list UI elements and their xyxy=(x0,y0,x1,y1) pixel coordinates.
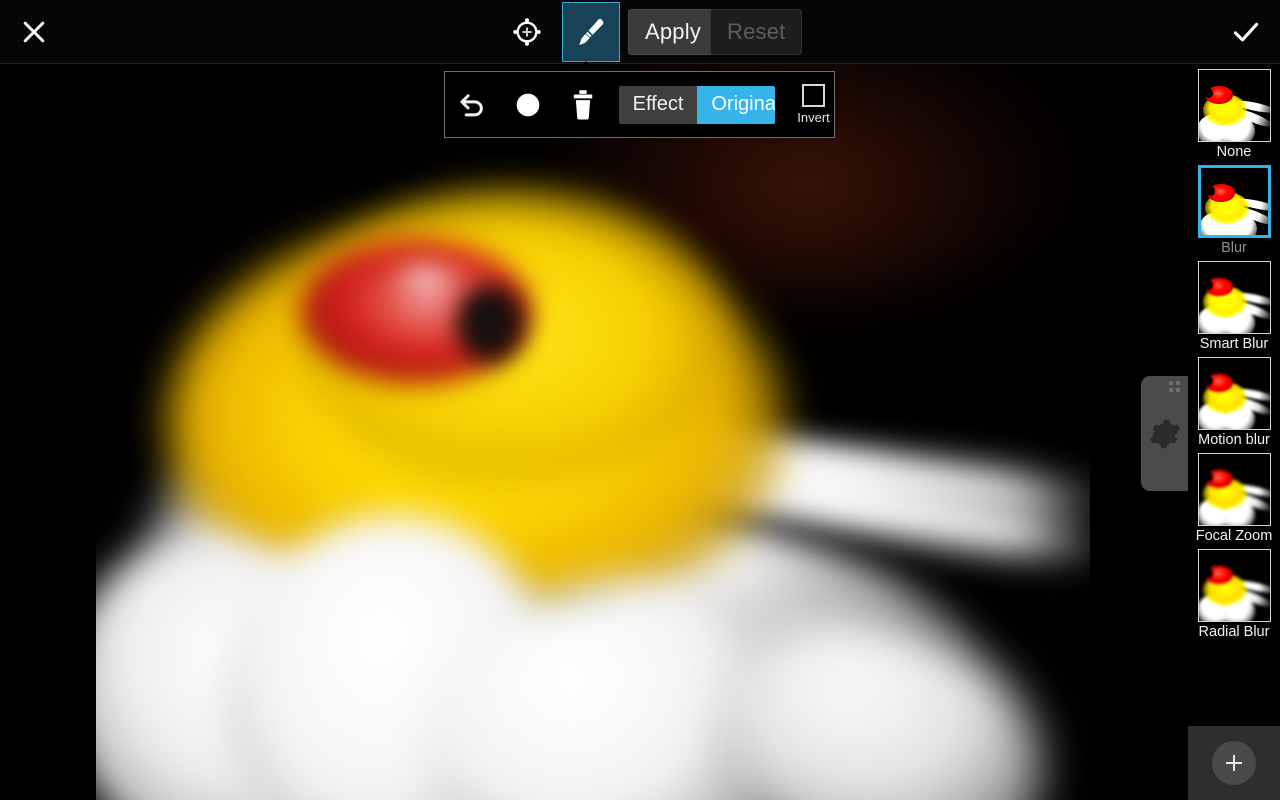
check-icon xyxy=(1233,22,1259,42)
effect-item-smart-blur[interactable]: Smart Blur xyxy=(1188,256,1280,352)
undo-button[interactable] xyxy=(445,72,500,138)
brush-tool-button[interactable] xyxy=(562,2,620,62)
paintbrush-icon xyxy=(578,18,604,45)
effect-thumbnail xyxy=(1197,165,1271,238)
effect-item-blur[interactable]: Blur xyxy=(1188,160,1280,256)
edited-photo[interactable] xyxy=(96,64,1090,800)
invert-checkbox[interactable] xyxy=(802,84,826,107)
effect-thumbnail xyxy=(1197,453,1271,526)
undo-arrow-icon xyxy=(460,93,483,116)
invert-checkbox-group[interactable]: Invert xyxy=(793,84,834,125)
photo-ladybug-head xyxy=(456,284,528,366)
canvas-area[interactable] xyxy=(0,64,1188,800)
effect-item-motion-blur[interactable]: Motion blur xyxy=(1188,352,1280,448)
effect-label: Radial Blur xyxy=(1198,624,1270,640)
add-button[interactable] xyxy=(1212,741,1256,785)
effect-label: Smart Blur xyxy=(1199,336,1269,352)
effect-label: Motion blur xyxy=(1198,432,1270,448)
settings-panel-tab[interactable] xyxy=(1141,376,1188,491)
photo-ladybug-highlight xyxy=(391,259,461,303)
gear-icon[interactable] xyxy=(1141,376,1188,491)
toggle-effect[interactable]: Effect xyxy=(618,85,698,124)
effects-sidebar[interactable]: None Blur Smart Blur Motion blur Focal Z… xyxy=(1188,64,1280,726)
effect-original-toggle[interactable]: Effect Original xyxy=(618,85,776,124)
effect-item-none[interactable]: None xyxy=(1188,64,1280,160)
filled-circle-icon xyxy=(516,93,540,116)
effect-thumbnail xyxy=(1197,549,1271,622)
effect-label: Focal Zoom xyxy=(1195,528,1273,544)
effect-thumbnail xyxy=(1197,69,1271,142)
effect-label: None xyxy=(1216,144,1252,160)
effect-label: Blur xyxy=(1221,240,1247,256)
center-target-button[interactable] xyxy=(505,10,549,54)
photo-editor-app: None Blur Smart Blur Motion blur Focal Z… xyxy=(0,0,1280,800)
toggle-original[interactable]: Original xyxy=(697,85,776,124)
brush-size-button[interactable] xyxy=(500,72,555,138)
delete-mask-button[interactable] xyxy=(555,72,610,138)
effect-item-focal-zoom[interactable]: Focal Zoom xyxy=(1188,448,1280,544)
trash-can-icon xyxy=(573,89,593,120)
invert-label: Invert xyxy=(797,110,830,125)
brush-options-toolbar: Effect Original Invert xyxy=(444,71,835,138)
effect-thumbnail xyxy=(1197,357,1271,430)
close-icon xyxy=(23,21,45,43)
top-toolbar: Apply Reset xyxy=(0,0,1280,64)
close-button[interactable] xyxy=(12,10,56,54)
brush-tool-pointer xyxy=(576,61,596,71)
effect-item-radial-blur[interactable]: Radial Blur xyxy=(1188,544,1280,640)
plus-icon xyxy=(1226,755,1242,771)
bottom-action-bar xyxy=(1188,726,1280,800)
effect-thumbnail xyxy=(1197,261,1271,334)
reset-button: Reset xyxy=(710,9,803,55)
apply-button[interactable]: Apply xyxy=(628,9,719,55)
target-crosshair-icon xyxy=(513,18,541,46)
confirm-button[interactable] xyxy=(1222,10,1270,54)
